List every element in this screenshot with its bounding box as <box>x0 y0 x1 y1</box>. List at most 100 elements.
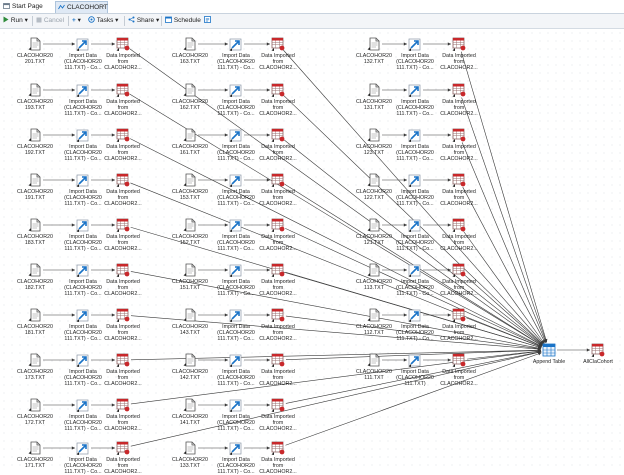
import-data-node[interactable] <box>76 398 90 412</box>
add-button[interactable]: + ▾ <box>72 16 81 26</box>
data-imported-node[interactable] <box>116 173 130 187</box>
text-file-node[interactable] <box>28 398 42 412</box>
data-imported-node[interactable] <box>452 83 466 97</box>
text-file-node[interactable] <box>183 128 197 142</box>
data-imported-node[interactable] <box>271 37 285 51</box>
data-imported-node[interactable] <box>452 218 466 232</box>
text-file-node[interactable] <box>367 263 381 277</box>
data-imported-node[interactable] <box>452 37 466 51</box>
tasks-button[interactable]: Tasks ▾ <box>88 16 118 26</box>
text-file-node[interactable] <box>28 83 42 97</box>
data-imported-node[interactable] <box>271 398 285 412</box>
share-button[interactable]: Share ▾ <box>128 16 159 26</box>
text-file-node[interactable] <box>28 173 42 187</box>
text-file-node[interactable] <box>28 353 42 367</box>
data-imported-node[interactable] <box>116 398 130 412</box>
data-imported-node[interactable] <box>452 263 466 277</box>
text-file-node[interactable] <box>28 37 42 51</box>
data-imported-node[interactable] <box>271 173 285 187</box>
data-imported-node[interactable] <box>271 441 285 455</box>
import-data-node[interactable] <box>408 218 422 232</box>
text-file-node[interactable] <box>28 263 42 277</box>
data-imported-node[interactable] <box>452 173 466 187</box>
import-data-node[interactable] <box>408 37 422 51</box>
append-table-node[interactable] <box>542 343 556 357</box>
text-file-node[interactable] <box>367 308 381 322</box>
text-file-node[interactable] <box>28 218 42 232</box>
text-file-node[interactable] <box>183 263 197 277</box>
data-imported-node[interactable] <box>116 263 130 277</box>
schedule-button[interactable]: Schedule <box>165 16 201 26</box>
text-file-node[interactable] <box>28 441 42 455</box>
text-file-node[interactable] <box>183 398 197 412</box>
import-data-node[interactable] <box>76 308 90 322</box>
import-data-node[interactable] <box>229 308 243 322</box>
data-imported-node[interactable] <box>116 37 130 51</box>
data-imported-node[interactable] <box>271 353 285 367</box>
tab-clacohort[interactable]: CLACOHORT × <box>55 1 108 13</box>
text-file-node[interactable] <box>183 353 197 367</box>
text-file-node[interactable] <box>183 308 197 322</box>
import-data-node[interactable] <box>229 263 243 277</box>
import-data-node[interactable] <box>76 173 90 187</box>
import-data-node[interactable] <box>229 218 243 232</box>
import-data-node[interactable] <box>229 128 243 142</box>
import-data-node[interactable] <box>408 128 422 142</box>
tab-start-page[interactable]: Start Page <box>1 1 51 12</box>
import-data-node[interactable] <box>229 441 243 455</box>
import-data-node[interactable] <box>229 398 243 412</box>
data-imported-node[interactable] <box>452 128 466 142</box>
text-file-node[interactable] <box>367 218 381 232</box>
text-file-node[interactable] <box>183 37 197 51</box>
import-data-node[interactable] <box>76 218 90 232</box>
text-file-node[interactable] <box>183 83 197 97</box>
data-table-icon <box>271 308 285 322</box>
text-file-node[interactable] <box>367 37 381 51</box>
text-file-node[interactable] <box>183 441 197 455</box>
data-imported-node[interactable] <box>271 308 285 322</box>
import-data-node[interactable] <box>408 173 422 187</box>
data-imported-node[interactable] <box>116 353 130 367</box>
text-file-node[interactable] <box>28 308 42 322</box>
import-data-node[interactable] <box>229 83 243 97</box>
text-file-node[interactable] <box>28 128 42 142</box>
data-imported-node[interactable] <box>271 263 285 277</box>
process-flow-canvas[interactable]: CLACOHOR20 201.TXT Import Data (CLACOHOR2… <box>0 29 624 475</box>
cancel-button[interactable]: Cancel <box>36 16 64 26</box>
data-imported-node[interactable] <box>116 308 130 322</box>
output-dataset-node[interactable] <box>591 343 605 357</box>
import-data-node[interactable] <box>408 263 422 277</box>
import-data-node[interactable] <box>229 173 243 187</box>
import-data-node[interactable] <box>76 37 90 51</box>
import-data-node[interactable] <box>76 263 90 277</box>
data-imported-label: Data Imported from CLACOHOR2... <box>440 53 478 71</box>
text-file-node[interactable] <box>367 353 381 367</box>
text-file-node[interactable] <box>367 173 381 187</box>
run-button[interactable]: Run ▾ <box>3 16 28 26</box>
import-data-node[interactable] <box>408 83 422 97</box>
import-data-node[interactable] <box>408 353 422 367</box>
import-data-node[interactable] <box>408 308 422 322</box>
text-file-node[interactable] <box>367 128 381 142</box>
import-data-node[interactable] <box>76 128 90 142</box>
text-file-node[interactable] <box>367 83 381 97</box>
data-imported-node[interactable] <box>116 83 130 97</box>
data-imported-node[interactable] <box>116 218 130 232</box>
import-data-node[interactable] <box>76 83 90 97</box>
text-file-node[interactable] <box>183 173 197 187</box>
data-imported-node[interactable] <box>452 308 466 322</box>
data-imported-node[interactable] <box>452 353 466 367</box>
data-imported-node[interactable] <box>271 218 285 232</box>
close-icon[interactable]: × <box>101 2 105 13</box>
data-imported-node[interactable] <box>116 441 130 455</box>
import-data-node[interactable] <box>76 353 90 367</box>
text-file-node[interactable] <box>183 218 197 232</box>
import-data-node[interactable] <box>229 37 243 51</box>
properties-button[interactable] <box>204 16 211 26</box>
import-data-node[interactable] <box>229 353 243 367</box>
data-table-icon <box>452 353 466 367</box>
data-imported-node[interactable] <box>271 128 285 142</box>
import-data-node[interactable] <box>76 441 90 455</box>
data-imported-node[interactable] <box>271 83 285 97</box>
data-imported-node[interactable] <box>116 128 130 142</box>
